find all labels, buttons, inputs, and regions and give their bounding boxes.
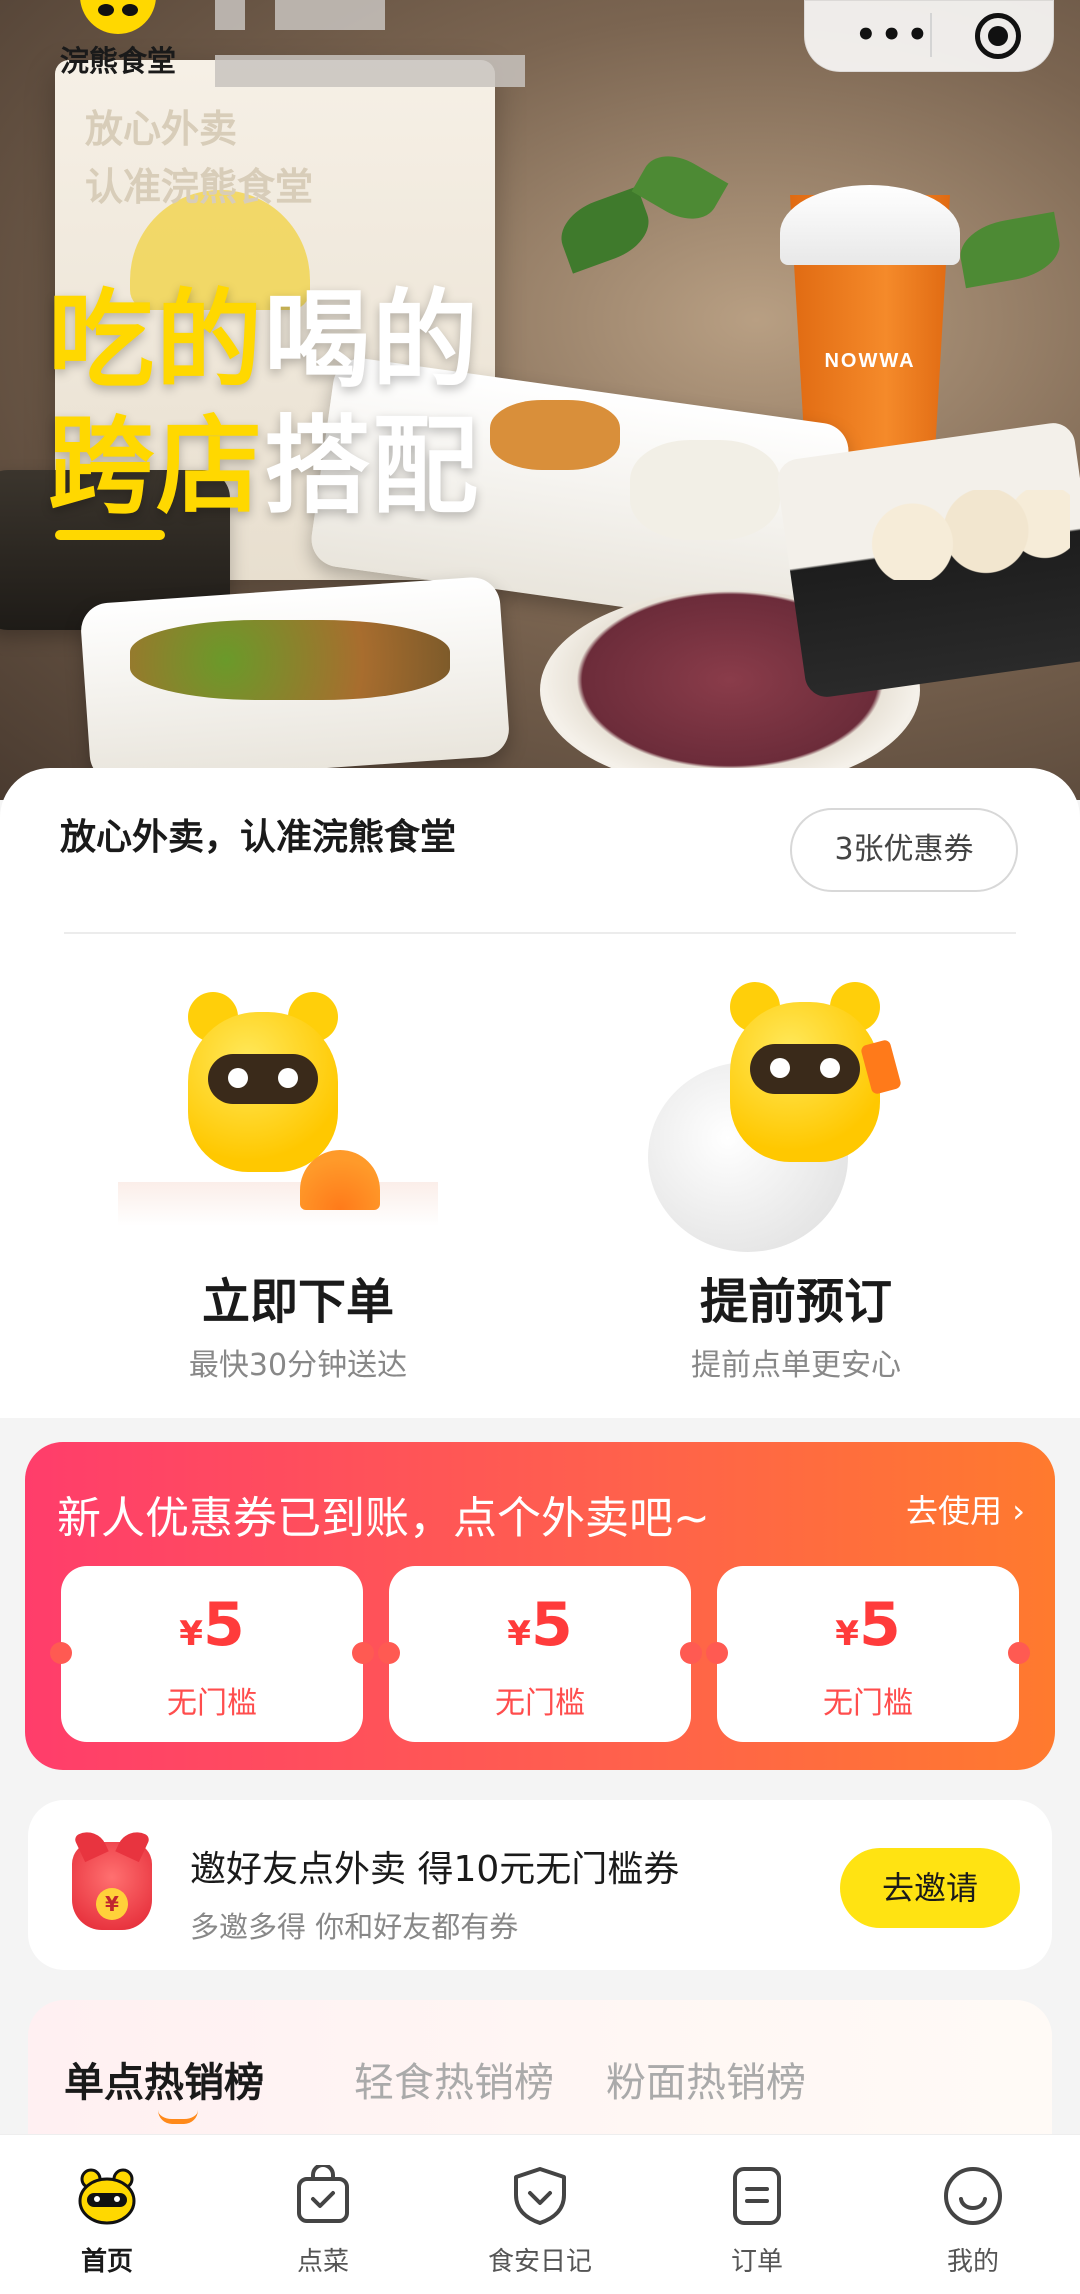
coupon-value: 5 [202, 1590, 245, 1660]
bag-print-text: 放心外卖 认准浣熊食堂 [85, 107, 314, 209]
food-fried [490, 400, 620, 470]
new-user-coupon-banner: 新人优惠券已到账，点个外卖吧~ 去使用 › ¥5 无门槛 ¥5 无门槛 ¥5 无… [25, 1442, 1055, 1770]
counter-graphic [118, 1182, 438, 1226]
logo-text: 浣熊食堂 [59, 44, 176, 78]
tab-label: 点菜 [296, 2247, 349, 2277]
coupon-card[interactable]: ¥5 无门槛 [378, 1566, 702, 1742]
food-stirfry [130, 620, 450, 700]
food-buns [860, 490, 1070, 580]
coupon-condition: 无门槛 [823, 1686, 913, 1721]
tab-order-food[interactable]: 点菜 [248, 2163, 398, 2285]
raccoon-logo-icon [80, 0, 156, 34]
tab-label: 食安日记 [487, 2247, 592, 2277]
tab-profile[interactable]: 我的 [898, 2165, 1048, 2285]
coupon-value: 5 [858, 1590, 901, 1660]
coupon-count-button[interactable]: 3张优惠券 [790, 808, 1018, 892]
food-noodles [630, 440, 780, 540]
coupon-value: 5 [530, 1590, 573, 1660]
invite-yen-badge: ¥ [96, 1888, 128, 1920]
order-now-subtitle: 最快30分钟送达 [188, 1348, 408, 1383]
preorder-subtitle: 提前点单更安心 [691, 1348, 901, 1383]
hero-headline: 吃的喝的 跨店搭配 [48, 279, 480, 528]
currency-symbol: ¥ [835, 1614, 859, 1654]
red-envelope-mascot-icon: ¥ [72, 1842, 152, 1930]
use-coupon-link[interactable]: 去使用 › [906, 1486, 1025, 1532]
promo-title: 新人优惠券已到账，点个外卖吧~ [57, 1493, 710, 1544]
tab-single-hot[interactable]: 单点热销榜 [64, 2050, 264, 2108]
tab-label: 首页 [80, 2247, 133, 2277]
headline-accent [55, 530, 165, 540]
coupon-condition: 无门槛 [495, 1686, 585, 1721]
currency-symbol: ¥ [179, 1614, 203, 1654]
invite-title: 邀好友点外卖 得10元无门槛券 [190, 1849, 680, 1890]
order-now-title: 立即下单 [201, 1274, 394, 1330]
raccoon-home-icon [75, 2165, 139, 2227]
tab-noodle-hot[interactable]: 粉面热销榜 [606, 2050, 806, 2108]
app-logo: 浣熊食堂 [58, 0, 178, 80]
coupon-card[interactable]: ¥5 无门槛 [706, 1566, 1030, 1742]
redacted-block [215, 55, 525, 87]
capsule-divider [930, 13, 932, 57]
leaf-decoration [955, 211, 1065, 289]
tab-orders[interactable]: 订单 [682, 2165, 832, 2285]
tab-light-meal-hot[interactable]: 轻食热销榜 [354, 2050, 554, 2108]
more-icon[interactable]: ••• [855, 18, 932, 52]
coupon-condition: 无门槛 [167, 1686, 257, 1721]
tab-label: 订单 [730, 2247, 783, 2277]
order-options: 立即下单 最快30分钟送达 提前预订 提前点单更安心 [28, 942, 1052, 1412]
bag-check-icon [291, 2163, 355, 2227]
shield-check-icon [508, 2165, 572, 2227]
miniprogram-capsule: ••• [804, 0, 1054, 72]
invite-button[interactable]: 去邀请 [840, 1848, 1020, 1928]
redacted-block [215, 0, 245, 30]
leaf-decoration [552, 186, 658, 274]
tab-food-safety[interactable]: 食安日记 [465, 2165, 615, 2285]
order-now-card[interactable]: 立即下单 最快30分钟送达 [28, 942, 540, 1412]
coupon-card[interactable]: ¥5 无门槛 [50, 1566, 374, 1742]
slogan-text: 放心外卖，认准浣熊食堂 [60, 817, 457, 858]
active-tab-indicator [158, 2110, 198, 2124]
smile-icon [941, 2165, 1005, 2227]
preorder-card[interactable]: 提前预订 提前点单更安心 [540, 942, 1052, 1412]
tab-label: 我的 [946, 2247, 999, 2277]
preorder-title: 提前预订 [699, 1274, 892, 1330]
cup-brand-label: NOWWA [824, 350, 916, 372]
redacted-block [275, 0, 385, 30]
close-miniprogram-icon[interactable] [975, 13, 1021, 59]
main-card: 放心外卖，认准浣熊食堂 3张优惠券 立即下单 最快30分钟送达 提前预订 提前点… [0, 768, 1080, 1418]
bottom-tab-bar: 首页 点菜 食安日记 订单 我的 [0, 2134, 1080, 2294]
invite-friends-card[interactable]: ¥ 邀好友点外卖 得10元无门槛券 多邀多得 你和好友都有券 去邀请 [28, 1800, 1052, 1970]
divider [64, 932, 1016, 934]
hero-banner[interactable]: 放心外卖 认准浣熊食堂 NOWWA 吃的喝的 跨店搭配 浣熊食堂 ••• [0, 0, 1080, 800]
tab-home[interactable]: 首页 [32, 2165, 182, 2285]
order-list-icon [725, 2165, 789, 2227]
invite-subtitle: 多邀多得 你和好友都有券 [190, 1910, 519, 1944]
currency-symbol: ¥ [507, 1614, 531, 1654]
